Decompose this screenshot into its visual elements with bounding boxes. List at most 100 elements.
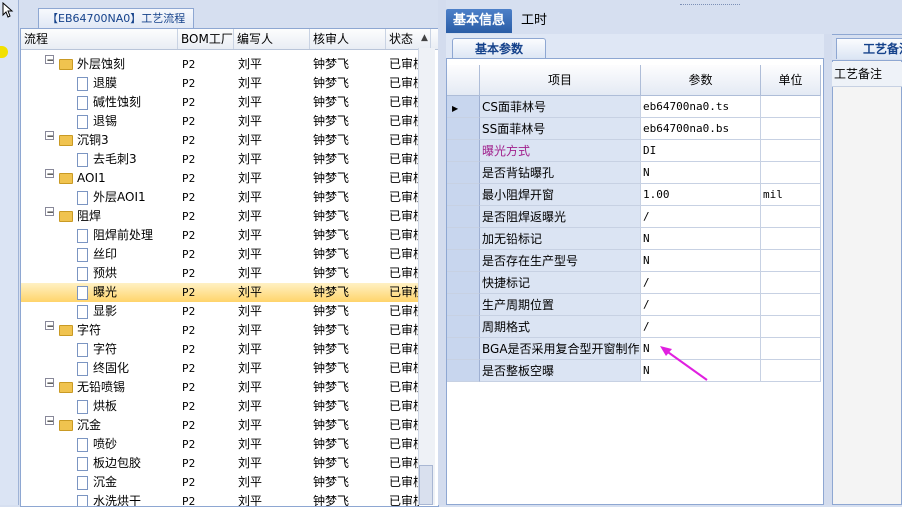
row-selector[interactable]	[447, 162, 480, 184]
document-icon	[77, 191, 88, 205]
collapse-toggle-icon[interactable]: −	[45, 321, 54, 330]
tree-row[interactable]: 显影P2刘平钟梦飞已审核	[21, 302, 421, 321]
tree-row[interactable]: 沉金P2刘平钟梦飞已审核	[21, 473, 421, 492]
reviewer-name: 钟梦飞	[313, 93, 383, 112]
tree-row[interactable]: 烘板P2刘平钟梦飞已审核	[21, 397, 421, 416]
row-selector[interactable]	[447, 206, 480, 228]
col-header-bom[interactable]: BOM工厂	[178, 29, 234, 49]
tree-row[interactable]: 外层AOI1P2刘平钟梦飞已审核	[21, 188, 421, 207]
row-selector[interactable]	[447, 184, 480, 206]
collapse-toggle-icon[interactable]: −	[45, 131, 54, 140]
tree-row[interactable]: 字符P2刘平钟梦飞已审核	[21, 340, 421, 359]
row-selector[interactable]	[447, 118, 480, 140]
tree-vertical-scrollbar[interactable]	[418, 48, 435, 505]
tree-row[interactable]: −阻焊P2刘平钟梦飞已审核	[21, 207, 421, 226]
tab-work-hours[interactable]: 工时	[514, 9, 554, 33]
process-tree-grid[interactable]: 流程 BOM工厂 编写人 核审人 状态 −外层蚀刻P2刘平钟梦飞已审核退膜P2刘…	[20, 28, 439, 507]
process-notes-panel[interactable]	[832, 60, 902, 505]
tree-row[interactable]: −无铅喷锡P2刘平钟梦飞已审核	[21, 378, 421, 397]
writer-name: 刘平	[238, 150, 308, 169]
status-text: 已审核	[389, 340, 419, 359]
col-header-reviewer[interactable]: 核审人	[310, 29, 386, 49]
collapse-toggle-icon[interactable]: −	[45, 55, 54, 64]
param-item-label: 最小阻焊开窗	[480, 184, 641, 206]
param-value[interactable]: DI	[641, 140, 761, 162]
col-header-item[interactable]: 项目	[480, 65, 641, 96]
bom-factory: P2	[182, 340, 232, 359]
param-unit	[761, 96, 821, 118]
param-unit	[761, 206, 821, 228]
tree-row[interactable]: 板边包胶P2刘平钟梦飞已审核	[21, 454, 421, 473]
reviewer-name: 钟梦飞	[313, 55, 383, 74]
tree-row[interactable]: 喷砂P2刘平钟梦飞已审核	[21, 435, 421, 454]
row-selector[interactable]	[447, 360, 480, 382]
tree-row[interactable]: 阻焊前处理P2刘平钟梦飞已审核	[21, 226, 421, 245]
status-text: 已审核	[389, 169, 419, 188]
col-header-process[interactable]: 流程	[21, 29, 178, 49]
status-text: 已审核	[389, 112, 419, 131]
status-text: 已审核	[389, 207, 419, 226]
param-value[interactable]: eb64700na0.bs	[641, 118, 761, 140]
collapse-toggle-icon[interactable]: −	[45, 378, 54, 387]
left-collapse-strip[interactable]	[0, 0, 19, 505]
tree-row[interactable]: 预烘P2刘平钟梦飞已审核	[21, 264, 421, 283]
tree-row[interactable]: 终固化P2刘平钟梦飞已审核	[21, 359, 421, 378]
param-value[interactable]: /	[641, 316, 761, 338]
param-value[interactable]: /	[641, 272, 761, 294]
param-value[interactable]: 1.00	[641, 184, 761, 206]
param-value[interactable]: eb64700na0.ts	[641, 96, 761, 118]
row-selector[interactable]	[447, 228, 480, 250]
param-item-label: 曝光方式	[480, 140, 641, 162]
tab-basic-info[interactable]: 基本信息	[446, 9, 512, 33]
folder-icon	[59, 59, 73, 70]
row-selector[interactable]	[447, 272, 480, 294]
tree-row[interactable]: −外层蚀刻P2刘平钟梦飞已审核	[21, 55, 421, 74]
col-header-writer[interactable]: 编写人	[234, 29, 310, 49]
bom-factory: P2	[182, 169, 232, 188]
row-selector[interactable]	[447, 338, 480, 360]
param-value[interactable]: /	[641, 294, 761, 316]
scroll-up-arrow-icon[interactable]: ▲	[421, 33, 428, 43]
document-icon	[77, 96, 88, 110]
row-selector[interactable]: ▶	[447, 96, 480, 118]
process-panel-title: 【EB64700NA0】工艺流程	[38, 8, 194, 29]
col-header-unit[interactable]: 单位	[761, 65, 821, 96]
collapse-toggle-icon[interactable]: −	[45, 207, 54, 216]
row-selector[interactable]	[447, 316, 480, 338]
row-selector[interactable]	[447, 294, 480, 316]
row-selector[interactable]	[447, 250, 480, 272]
tree-row[interactable]: 退锡P2刘平钟梦飞已审核	[21, 112, 421, 131]
tree-row[interactable]: 丝印P2刘平钟梦飞已审核	[21, 245, 421, 264]
col-header-param[interactable]: 参数	[641, 65, 761, 96]
param-value[interactable]: N	[641, 228, 761, 250]
tab-basic-params[interactable]: 基本参数	[452, 38, 546, 59]
tree-row[interactable]: 曝光P2刘平钟梦飞已审核	[21, 283, 421, 302]
tree-row[interactable]: −AOI1P2刘平钟梦飞已审核	[21, 169, 421, 188]
reviewer-name: 钟梦飞	[313, 454, 383, 473]
tree-row[interactable]: −字符P2刘平钟梦飞已审核	[21, 321, 421, 340]
tree-row[interactable]: −沉金P2刘平钟梦飞已审核	[21, 416, 421, 435]
writer-name: 刘平	[238, 473, 308, 492]
collapse-toggle-icon[interactable]: −	[45, 416, 54, 425]
process-name: 丝印	[93, 247, 117, 261]
param-unit: mil	[761, 184, 821, 206]
panel-splitter[interactable]	[438, 0, 446, 505]
right-panel-splitter[interactable]	[824, 34, 832, 505]
param-value[interactable]: N	[641, 162, 761, 184]
param-value[interactable]: /	[641, 206, 761, 228]
collapse-toggle-icon[interactable]: −	[45, 169, 54, 178]
row-selector[interactable]	[447, 140, 480, 162]
document-icon	[77, 457, 88, 471]
bom-factory: P2	[182, 93, 232, 112]
document-icon	[77, 286, 88, 300]
tree-row[interactable]: 碱性蚀刻P2刘平钟梦飞已审核	[21, 93, 421, 112]
param-value[interactable]: N	[641, 250, 761, 272]
tree-row[interactable]: −沉铜3P2刘平钟梦飞已审核	[21, 131, 421, 150]
tree-scroll-thumb[interactable]	[419, 465, 433, 505]
tab-process-notes[interactable]: 工艺备注	[836, 38, 902, 59]
reviewer-name: 钟梦飞	[313, 150, 383, 169]
reviewer-name: 钟梦飞	[313, 188, 383, 207]
reviewer-name: 钟梦飞	[313, 207, 383, 226]
tree-row[interactable]: 去毛刺3P2刘平钟梦飞已审核	[21, 150, 421, 169]
tree-row[interactable]: 退膜P2刘平钟梦飞已审核	[21, 74, 421, 93]
